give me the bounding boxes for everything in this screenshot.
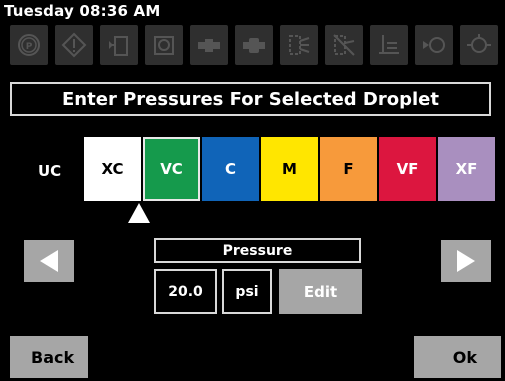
droplet-chip-f[interactable]: F	[320, 137, 377, 201]
warning-alert-icon[interactable]	[55, 25, 93, 65]
pressure-value: 20.0	[154, 269, 217, 314]
droplet-chip-xf[interactable]: XF	[438, 137, 495, 201]
screen-title: Enter Pressures For Selected Droplet	[10, 82, 491, 116]
valve-icon[interactable]	[190, 25, 228, 65]
flow-rate-icon[interactable]	[370, 25, 408, 65]
pressure-label: Pressure	[154, 238, 361, 263]
droplet-chip-c[interactable]: C	[202, 137, 259, 201]
right-arrow-icon	[457, 250, 475, 272]
valve-alt-icon[interactable]	[235, 25, 273, 65]
boom-sections-icon[interactable]	[280, 25, 318, 65]
droplet-chip-vc[interactable]: VC	[143, 137, 200, 201]
droplet-chip-vf[interactable]: VF	[379, 137, 436, 201]
droplet-chip-m[interactable]: M	[261, 137, 318, 201]
pressure-unit: psi	[222, 269, 272, 314]
droplet-chip-xc[interactable]: XC	[84, 137, 141, 201]
boom-off-icon[interactable]	[325, 25, 363, 65]
toolbar: P	[10, 25, 500, 67]
left-arrow-icon	[40, 250, 58, 272]
back-button[interactable]: Back	[10, 336, 88, 378]
tank-level-icon[interactable]	[100, 25, 138, 65]
svg-text:P: P	[26, 42, 33, 52]
previous-button[interactable]	[24, 240, 74, 282]
datetime-display: Tuesday 08:36 AM	[4, 2, 161, 20]
droplet-uc-label[interactable]: UC	[38, 162, 61, 180]
pump-icon[interactable]	[145, 25, 183, 65]
selection-indicator	[128, 203, 150, 223]
nozzle-settings-icon[interactable]	[460, 25, 498, 65]
next-button[interactable]	[441, 240, 491, 282]
ok-button[interactable]: Ok	[414, 336, 501, 378]
edit-button[interactable]: Edit	[279, 269, 362, 314]
nozzle-icon[interactable]	[415, 25, 453, 65]
parking-brake-icon[interactable]: P	[10, 25, 48, 65]
